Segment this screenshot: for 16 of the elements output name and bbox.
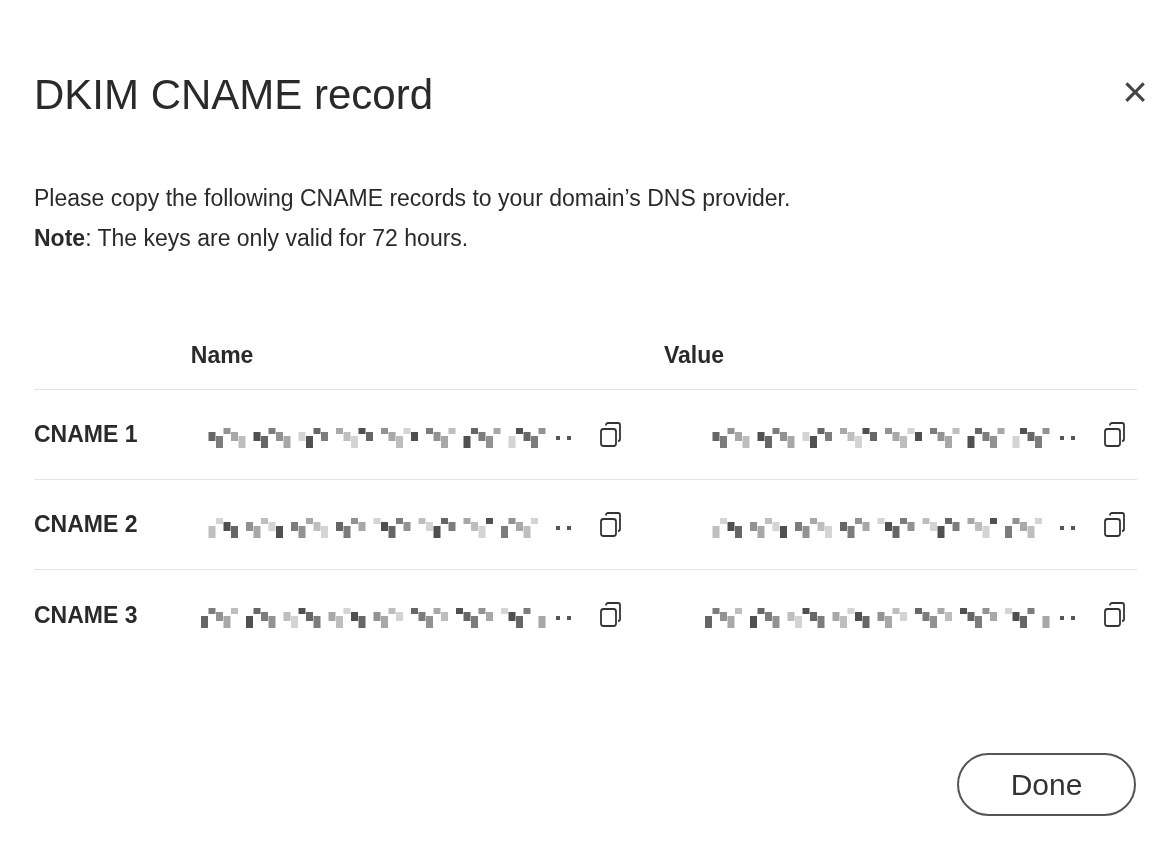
- close-button[interactable]: ×: [1122, 70, 1148, 114]
- copy-icon[interactable]: [1103, 602, 1127, 628]
- copy-icon[interactable]: [1103, 421, 1127, 448]
- row-label: CNAME 1: [34, 421, 138, 448]
- note: Note: The keys are only valid for 72 hours.: [34, 224, 470, 253]
- copy-icon[interactable]: [1103, 511, 1127, 538]
- description: Please copy the following CNAME records to your domain’s DNS provider.: [34, 184, 792, 213]
- copy-icon[interactable]: [599, 602, 623, 628]
- copy-icon[interactable]: [599, 511, 623, 538]
- copy-icon[interactable]: [599, 421, 623, 448]
- dialog-title: DKIM CNAME record: [34, 70, 434, 120]
- column-header: Value: [663, 342, 724, 368]
- column-header: Name: [190, 342, 254, 368]
- row-label: CNAME 3: [34, 601, 138, 628]
- row-label: CNAME 2: [34, 511, 138, 538]
- done-button[interactable]: Done: [957, 753, 1136, 816]
